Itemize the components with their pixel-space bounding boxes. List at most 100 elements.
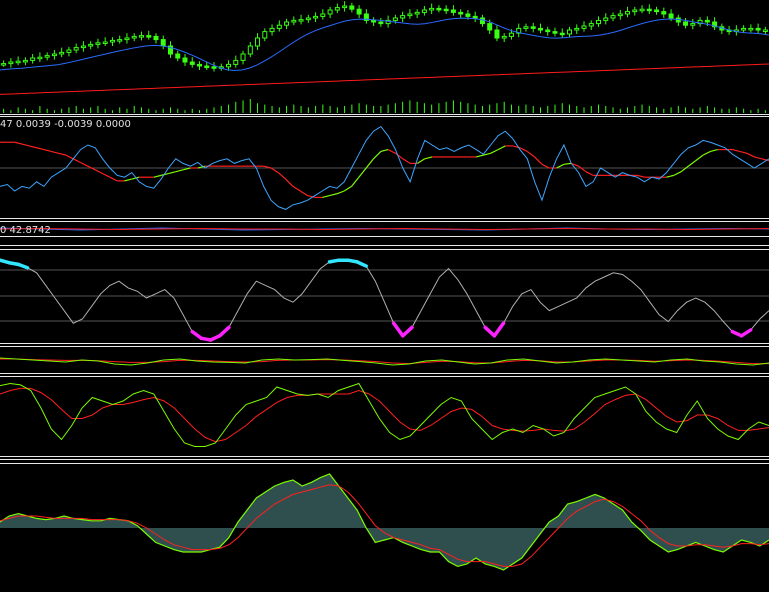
candle-body [233,59,239,65]
candle-body [639,8,645,12]
candle-body [479,17,485,25]
macd-signal-segment [343,185,352,192]
trading-chart[interactable] [0,0,769,592]
macd-signal-segment [417,158,426,164]
candle-body [392,17,398,21]
candle-body [240,53,246,61]
candle-body [59,51,65,55]
candle-body [197,63,203,67]
candle-body [617,13,623,17]
macd-signal-segment [36,147,45,151]
candle-body [472,15,478,19]
panel-separator[interactable] [0,218,769,219]
macd-signal-segment [292,185,301,192]
macd-signal-segment [109,176,118,182]
candle-body [189,61,195,65]
macd-signal-segment [732,149,740,153]
candle-body [291,19,297,23]
oscillator-panel[interactable] [0,258,769,342]
macd-signal-segment [51,150,59,154]
macd-signal-segment [380,149,389,153]
candle-body [632,9,638,13]
macd-signal-segment [72,158,81,164]
stoch-b-green-line [0,382,769,447]
candle-body [102,41,108,44]
candle-body [37,56,43,60]
candle-body [51,53,57,57]
macd-signal-segment [424,156,433,160]
thin-indicator-panel[interactable] [0,227,769,231]
panel-separator[interactable] [0,245,769,246]
macd-signal-segment [336,190,345,195]
candle-body [88,43,94,47]
candle-body [646,8,652,12]
panel-separator[interactable] [0,376,769,377]
macd-signal-segment [58,152,67,156]
panel-separator[interactable] [0,114,769,115]
candle-body [574,27,580,31]
candle-body [66,49,72,53]
candle-body [436,7,442,11]
osc-extreme-segment [739,328,753,338]
volume-panel [3,99,766,113]
candle-body [305,17,311,21]
macd-signal-segment [402,158,411,164]
macd-signal-segment [124,178,132,182]
panel-separator[interactable] [0,459,769,460]
panel-separator[interactable] [0,221,769,222]
candle-body [581,25,587,29]
candle-body [1,63,7,66]
candle-body [160,39,166,47]
candle-body [537,27,543,31]
stochastic-a-panel[interactable] [0,357,769,366]
candle-body [748,27,754,31]
macd-signal-segment [387,149,396,154]
stoch-b-red-line [0,387,769,443]
macd-signal-segment [29,145,37,149]
candle-body [552,31,558,34]
macd-signal-segment [21,143,30,147]
panel-separator[interactable] [0,373,769,374]
macd-signal-segment [541,163,550,169]
candle-body [276,24,282,29]
macd-signal-segment [702,150,711,156]
macd-signal-segment [358,167,367,178]
candle-body [378,21,384,25]
macd-signal-segment [739,150,748,154]
candle-body [596,19,602,25]
candle-body [429,7,435,11]
histogram-panel[interactable] [0,473,769,571]
price-panel[interactable] [0,1,769,95]
macd-signal-segment [666,174,674,178]
macd-signal-segment [497,145,506,151]
osc-extreme-segment [355,260,368,268]
candle-body [22,59,28,63]
panel-separator[interactable] [0,346,769,347]
macd-signal-segment [490,149,499,154]
candle-body [494,29,500,39]
candle-body [625,11,631,15]
osc-extreme-segment [391,321,405,338]
osc-extreme-segment [16,262,30,270]
panel-separator[interactable] [0,249,769,250]
candle-body [284,21,290,26]
macd-signal-segment [746,152,755,158]
candle-body [465,13,471,17]
macd-signal-segment [710,149,718,153]
panel-separator[interactable] [0,116,769,117]
panel-separator[interactable] [0,463,769,464]
stochastic-b-panel[interactable] [0,382,769,447]
ma-slow-line [0,63,769,95]
panel-separator[interactable] [0,236,769,237]
macd-signal-segment [637,174,645,178]
osc-extreme-segment [483,325,497,338]
macd-panel[interactable] [0,125,769,210]
panel-separator[interactable] [0,456,769,457]
candle-body [741,27,747,31]
macd-signal-segment [153,174,162,178]
panel-separator[interactable] [0,343,769,344]
macd-signal-segment [534,156,543,165]
candle-body [523,26,529,29]
candle-body [762,29,768,32]
macd-signal-segment [322,195,330,199]
